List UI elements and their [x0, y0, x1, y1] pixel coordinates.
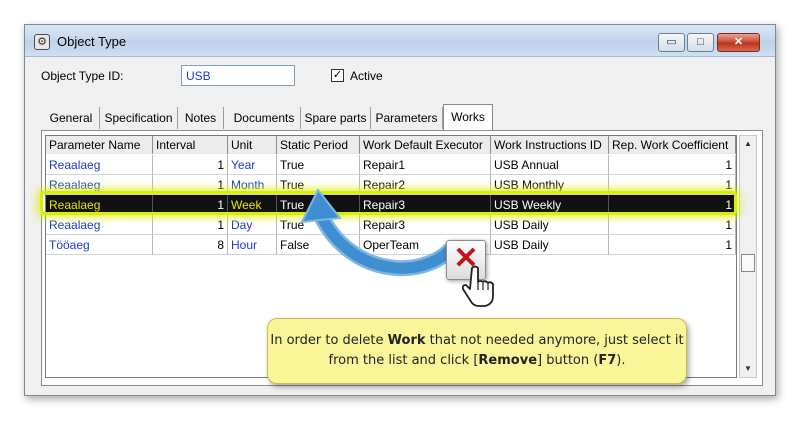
title-bar[interactable]: ⚙ Object Type ▭ □ ✕ — [25, 25, 775, 57]
object-type-id-input[interactable] — [181, 65, 295, 86]
callout-bold-key: F7 — [598, 353, 617, 368]
static-period-cell: True — [277, 195, 360, 215]
unit-cell[interactable]: Day — [228, 215, 277, 235]
column-header[interactable]: Unit — [228, 136, 277, 154]
executor-cell: Repair3 — [360, 215, 491, 235]
table-header: Parameter Name Interval Unit Static Peri… — [46, 136, 736, 154]
column-header[interactable]: Static Period — [277, 136, 360, 154]
parameter-name-cell[interactable]: Reaalaeg — [46, 215, 153, 235]
instructions-cell: USB Monthly — [491, 175, 609, 195]
tab-parameters[interactable]: Parameters — [371, 107, 443, 129]
executor-cell: Repair1 — [360, 155, 491, 175]
instruction-callout: In order to delete Work that not needed … — [267, 318, 687, 384]
interval-cell: 1 — [153, 195, 228, 215]
scroll-thumb[interactable] — [741, 254, 755, 272]
column-header[interactable]: Work Default Executor — [360, 136, 491, 154]
tab-documents[interactable]: Documents — [228, 107, 301, 129]
table-row[interactable]: Tööaeg 8 Hour False OperTeam USB Daily 1 — [46, 235, 736, 255]
unit-cell[interactable]: Year — [228, 155, 277, 175]
unit-cell[interactable]: Month — [228, 175, 277, 195]
column-header[interactable]: Interval — [153, 136, 228, 154]
instructions-cell: USB Daily — [491, 215, 609, 235]
coefficient-cell: 1 — [609, 175, 736, 195]
tab-notes[interactable]: Notes — [178, 107, 224, 129]
column-header[interactable]: Work Instructions ID — [491, 136, 609, 154]
coefficient-cell: 1 — [609, 215, 736, 235]
callout-text: ). — [616, 353, 626, 368]
tab-general[interactable]: General — [43, 107, 100, 129]
window-title: Object Type — [57, 34, 127, 49]
static-period-cell: True — [277, 155, 360, 175]
object-type-id-label: Object Type ID: — [41, 69, 124, 83]
callout-text: In order to delete — [270, 333, 388, 348]
active-label: Active — [350, 69, 383, 83]
parameter-name-cell[interactable]: Reaalaeg — [46, 155, 153, 175]
table-row[interactable]: Reaalaeg 1 Day True Repair3 USB Daily 1 — [46, 215, 736, 235]
instructions-cell: USB Weekly — [491, 195, 609, 215]
tab-works[interactable]: Works — [443, 104, 493, 130]
unit-cell[interactable]: Hour — [228, 235, 277, 255]
callout-bold-remove: Remove — [478, 353, 538, 368]
gear-icon: ⚙ — [34, 34, 50, 50]
executor-cell: Repair2 — [360, 175, 491, 195]
interval-cell: 1 — [153, 175, 228, 195]
interval-cell: 1 — [153, 215, 228, 235]
callout-bold-work: Work — [387, 333, 426, 348]
static-period-cell: False — [277, 235, 360, 255]
selected-table-row[interactable]: Reaalaeg 1 Week True Repair3 USB Weekly … — [46, 195, 736, 215]
static-period-cell: True — [277, 175, 360, 195]
callout-text: ] button ( — [537, 353, 599, 368]
instructions-cell: USB Annual — [491, 155, 609, 175]
tab-specification[interactable]: Specification — [100, 107, 178, 129]
column-header[interactable]: Parameter Name — [46, 136, 153, 154]
minimize-button[interactable]: ▭ — [658, 33, 685, 52]
scroll-down-icon[interactable]: ▼ — [740, 361, 756, 377]
hand-cursor-icon — [461, 265, 494, 307]
column-header[interactable]: Rep. Work Coefficient — [609, 136, 736, 154]
parameter-name-cell[interactable]: Reaalaeg — [46, 195, 153, 215]
scroll-up-icon[interactable]: ▲ — [740, 136, 756, 152]
tab-spare-parts[interactable]: Spare parts — [301, 107, 371, 129]
interval-cell: 1 — [153, 155, 228, 175]
instructions-cell: USB Daily — [491, 235, 609, 255]
maximize-button[interactable]: □ — [687, 33, 714, 52]
parameter-name-cell[interactable]: Reaalaeg — [46, 175, 153, 195]
close-button[interactable]: ✕ — [717, 33, 760, 52]
active-checkbox[interactable]: ✓ — [331, 69, 344, 82]
table-row[interactable]: Reaalaeg 1 Year True Repair1 USB Annual … — [46, 155, 736, 175]
executor-cell: Repair3 — [360, 195, 491, 215]
static-period-cell: True — [277, 215, 360, 235]
unit-cell[interactable]: Week — [228, 195, 277, 215]
interval-cell: 8 — [153, 235, 228, 255]
coefficient-cell: 1 — [609, 155, 736, 175]
coefficient-cell: 1 — [609, 235, 736, 255]
table-row[interactable]: Reaalaeg 1 Month True Repair2 USB Monthl… — [46, 175, 736, 195]
parameter-name-cell[interactable]: Tööaeg — [46, 235, 153, 255]
vertical-scrollbar[interactable]: ▲ ▼ — [739, 135, 757, 378]
coefficient-cell: 1 — [609, 195, 736, 215]
